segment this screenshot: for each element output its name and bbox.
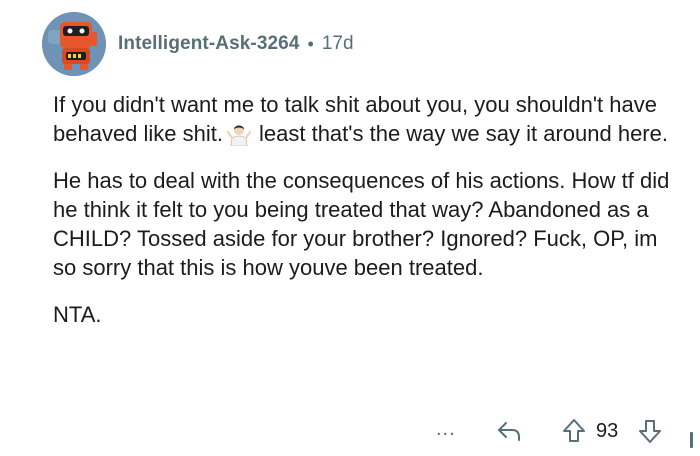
comment-card: Intelligent-Ask-3264 • 17d If you didn't… xyxy=(0,0,700,456)
vote-score: 93 xyxy=(596,420,619,442)
comment-age: 17d xyxy=(321,33,354,54)
more-options-button[interactable]: ... xyxy=(436,418,456,441)
upvote-arrow-icon xyxy=(563,419,585,442)
comment-paragraph: NTA. xyxy=(53,302,102,327)
person-shrugging-emoji-icon xyxy=(226,122,252,147)
user-avatar[interactable] xyxy=(42,12,106,76)
comment-paragraph: If you didn't want me to talk shit about… xyxy=(53,90,673,148)
comment-actions: ... 93 xyxy=(0,416,700,448)
author-username[interactable]: Intelligent-Ask-3264 xyxy=(118,33,300,55)
comment-header: Intelligent-Ask-3264 • 17d xyxy=(42,12,354,76)
downvote-button[interactable] xyxy=(638,418,662,449)
comment-paragraph: He has to deal with the consequences of … xyxy=(53,168,670,280)
upvote-button[interactable] xyxy=(562,418,586,449)
meta-separator: • xyxy=(307,33,314,54)
reply-button[interactable] xyxy=(496,420,522,447)
paragraph-text-part: least that's the way we say it around he… xyxy=(259,121,668,146)
downvote-arrow-icon xyxy=(639,420,661,443)
robot-avatar-icon xyxy=(42,12,106,76)
comment-body: If you didn't want me to talk shit about… xyxy=(53,90,673,347)
reply-arrow-icon xyxy=(498,422,520,441)
scroll-edge-marker xyxy=(690,432,693,448)
